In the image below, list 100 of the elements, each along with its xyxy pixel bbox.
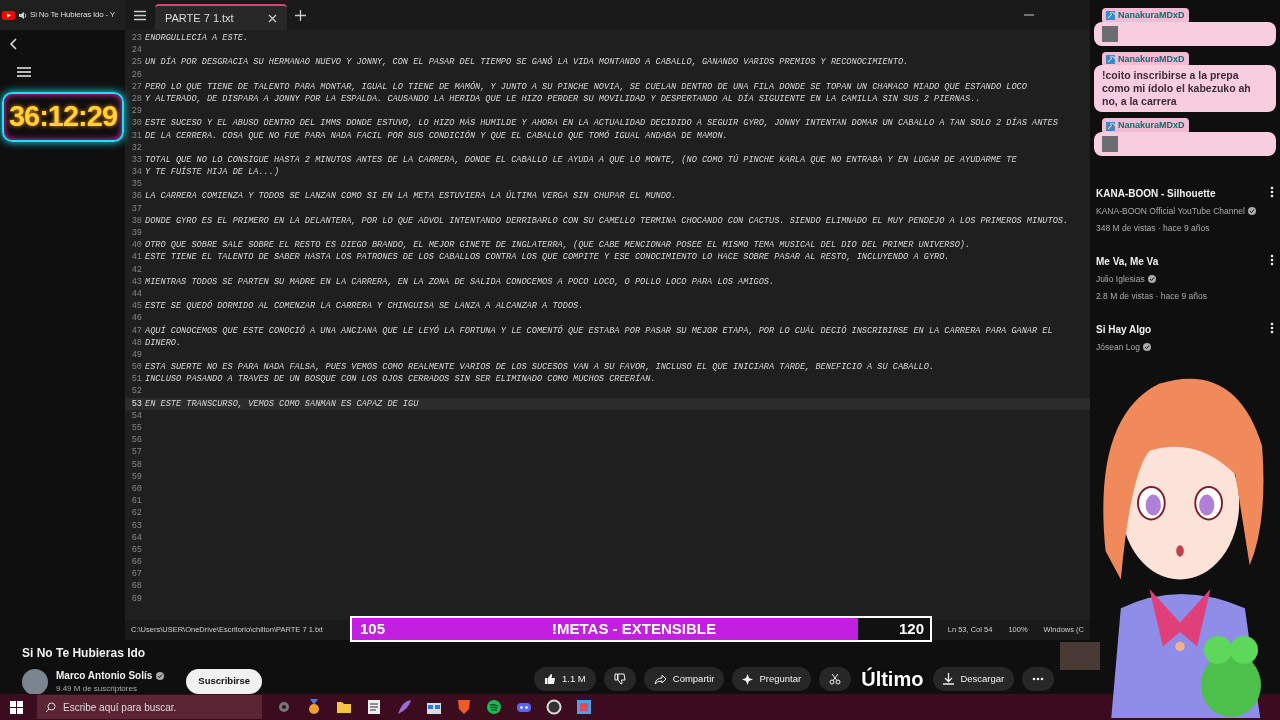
line-number: 56 xyxy=(130,434,143,447)
line-number: 58 xyxy=(130,458,143,471)
editor-line-text: ESTA SUERTE NO ES PARA NADA FALSA, PUES VEMOS COMO REALMENTE VARIOS DE LOS SUCESOS VAN A SU FAVOR, INCLUSO EL QUE INICIARA TARDE, BENEFICIO A SU CABALLO. xyxy=(145,361,935,373)
thumbs-up-icon xyxy=(544,673,556,685)
chat-username: NanakuraMDxD xyxy=(1118,119,1185,133)
notepad-icon[interactable] xyxy=(366,699,382,715)
search-field[interactable]: Escribe aquí para buscar. xyxy=(37,695,262,719)
line-number: 65 xyxy=(130,543,143,557)
line-number: 35 xyxy=(130,178,143,191)
ring-icon[interactable] xyxy=(546,699,562,715)
more-options-icon[interactable] xyxy=(1270,322,1274,334)
line-number: 64 xyxy=(130,531,143,544)
thumbs-down-icon xyxy=(613,673,626,685)
speaker-icon xyxy=(18,10,27,20)
play-logo-icon xyxy=(2,10,15,20)
view-count: 348 M de vistas · hace 9 años xyxy=(1096,221,1211,235)
goal-target-value: 120 xyxy=(898,619,924,639)
menu-icon[interactable] xyxy=(133,9,147,21)
more-options-icon[interactable] xyxy=(1270,186,1274,198)
line-number: 31 xyxy=(130,129,143,142)
line-number: 45 xyxy=(130,300,143,313)
editor-line-text: DINERO. xyxy=(145,336,182,349)
hammer-badge-icon xyxy=(1106,121,1115,131)
line-number: 39 xyxy=(130,227,143,240)
view-count: 2.8 M de vistas · hace 9 años xyxy=(1096,289,1209,303)
line-number: 43 xyxy=(130,275,143,288)
more-options-icon[interactable] xyxy=(1270,254,1274,266)
line-number: 27 xyxy=(130,80,143,93)
line-number: 24 xyxy=(130,44,143,57)
editor-line-text: Y ALTERADO, DE DISPARA A JONNY POR LA ESPALDA. CAUSANDO LA HERIDA QUE LE HIZO PERDER SU MOVILIDAD Y DESPERTANDO AL DÍA SIGUIENTE EN LA CAMILLA SIN SUS 2 PIERNAS.. xyxy=(145,92,981,106)
more-options-icon xyxy=(1032,677,1045,681)
goal-label: !METAS - EXTENSIBLE xyxy=(552,619,716,639)
editor-line-text: ESTE TIENE EL TALENTO DE SABER HASTA LOS PATRONES DE LOS CABALLOS CONTRA LOS QUE COMPITE Y ESE CONOCIMIENTO LO HACE SOBRE PASAR AL RESTO, INCLUYENDO A GYRO. xyxy=(145,251,950,264)
channel-name[interactable]: KANA-BOON Official YouTube Channel xyxy=(1096,205,1245,218)
dislike-button[interactable] xyxy=(603,667,636,691)
gear-icon[interactable] xyxy=(276,699,292,715)
channel-name[interactable]: Julio Iglesias xyxy=(1096,273,1145,286)
line-number: 25 xyxy=(130,56,143,69)
line-number: 61 xyxy=(130,495,143,508)
line-number: 44 xyxy=(130,287,143,301)
line-number: 41 xyxy=(130,251,143,264)
windows-logo-icon[interactable] xyxy=(10,700,23,714)
share-button[interactable]: Compartir xyxy=(643,667,725,691)
verified-check-icon xyxy=(1247,207,1256,216)
video-title[interactable]: KANA-BOON - Silhouette xyxy=(1096,186,1266,201)
editor-line-text: OTRO QUE SOBRE SALE SOBRE EL RESTO ES DIEGO BRANDO, EL MEJOR GINETE DE INGLATERRA, (QUE CABE MENCIONAR POSEE EL MISMO TEMA MUSICAL DEL DIO DEL PRIMER UNIVERSO). xyxy=(145,239,971,252)
ask-button[interactable]: Preguntar xyxy=(732,667,812,691)
video-title[interactable]: Si Hay Algo xyxy=(1096,322,1266,337)
line-number: 55 xyxy=(130,422,143,435)
editor-line-text: ESTE SUCESO Y EL ABUSO DENTRO DEL IMMS DONDE ESTUVO, LO HIZO MÁS HUMILDE Y AHORA EN LA ACTUALIDAD DECIDIDO A SEGUIR GYRO, JONNY INTENTAN DOMAR UN CABALLO A TAN SOLO 2 DÍAS ANTES xyxy=(145,117,1058,130)
countdown-timer: 36:12:29 xyxy=(2,92,124,142)
subscriber-count: 9.49 M de suscriptores xyxy=(56,683,138,695)
overlay-text: Último xyxy=(861,666,924,692)
app-window-icon[interactable] xyxy=(576,699,592,715)
line-number: 62 xyxy=(130,507,143,520)
hammer-badge-icon xyxy=(1106,11,1115,21)
editor-line-text: Y TE FUÍSTE HIJA DE LA...) xyxy=(145,166,280,179)
file-tab[interactable]: PARTE 7 1.txt xyxy=(155,4,287,30)
line-number: 36 xyxy=(130,190,143,203)
line-number: 33 xyxy=(130,153,143,167)
subscribe-button[interactable]: Suscribirse xyxy=(186,669,263,694)
feather-icon[interactable] xyxy=(396,699,412,715)
download-button[interactable]: Descargar xyxy=(933,667,1015,691)
editor-line-text: LA CARRERA COMIENZA Y TODOS SE LANZAN COMO SI EN LA META ESTUVIERA LA ÚLTIMA VERGA SIN CHUPAR EL MUNDO. xyxy=(145,190,677,203)
video-thumbnail[interactable] xyxy=(1060,642,1101,670)
editor-line-text: AQUÍ CONOCEMOS QUE ESTE CONOCIÓ A UNA ANCIANA QUE LE LEYÓ LA FORTUNA Y LE COMENTÓ QUE ESTABA POR PASAR SU MEJOR ETAPA, POR LO CUÁL DECIÓ INSCRIBIRSE EN LA CARRERA PARA GANAR EL xyxy=(145,324,1053,337)
line-number: 40 xyxy=(130,239,143,252)
add-tab-icon[interactable] xyxy=(294,9,306,21)
hammer-badge-icon xyxy=(1106,54,1115,64)
verified-check-icon xyxy=(156,671,165,680)
verified-check-icon xyxy=(1142,343,1151,352)
channel-name[interactable]: Jósean Log xyxy=(1096,341,1140,354)
clip-button[interactable] xyxy=(819,667,852,691)
editor-line-text: TOTAL QUE NO LO CONSIGUE HASTA 2 MINUTOS ANTES DE LA CARRERA, DONDE EL CABALLO LE AYUDA A QUE LO MONTE, (NO COMO TÚ PINCHE KARLA QUE NO ENTRABA Y EN LUGAR DE AYUDARME TE xyxy=(145,153,1017,166)
editor-line-text: PERO LO QUE TIENE DE TALENTO PARA MONTAR, IGUAL LO TIENE DE MAMÓN, Y JUNTO A SU PINCHE NOVIA, SE CUELAN DENTRO DE UNA FILA DONDE SE TOPAN UN CHAMACO MIADO QUE ESTANDO LOCO xyxy=(145,80,1027,93)
folder-icon[interactable] xyxy=(336,699,352,715)
channel-avatar[interactable] xyxy=(22,668,48,695)
line-number: 38 xyxy=(130,214,143,227)
line-number: 52 xyxy=(130,385,143,398)
line-number: 32 xyxy=(130,141,143,154)
line-number: 69 xyxy=(130,592,143,605)
like-button[interactable]: 1.1 M xyxy=(534,667,596,691)
verified-check-icon xyxy=(1147,275,1156,284)
line-number: 66 xyxy=(130,556,143,569)
scissors-icon xyxy=(829,673,842,685)
video-title[interactable]: Me Va, Me Va xyxy=(1096,254,1266,269)
line-number: 46 xyxy=(130,312,143,325)
video-title: Si No Te Hubieras Ido xyxy=(22,645,147,662)
sound-waves-icon[interactable] xyxy=(486,699,502,715)
editor-line-text: EN ESTE TRANSCURSO, VEMOS COMO SANMAN ES CAPAZ DE IGU xyxy=(145,397,419,410)
line-number: 37 xyxy=(130,202,143,215)
channel-name[interactable]: Marco Antonio Solís xyxy=(56,668,153,683)
search-icon xyxy=(45,702,56,713)
download-icon xyxy=(943,673,955,685)
sparkle-icon xyxy=(742,673,754,685)
medal-icon[interactable] xyxy=(306,699,322,715)
emote-image xyxy=(1102,135,1118,152)
close-icon[interactable] xyxy=(267,13,277,23)
line-number: 23 xyxy=(130,32,143,45)
chat-message: !coito inscribirse a la prepa como mi ídolo el kabezuko ah no, a la carrera xyxy=(1094,65,1276,113)
